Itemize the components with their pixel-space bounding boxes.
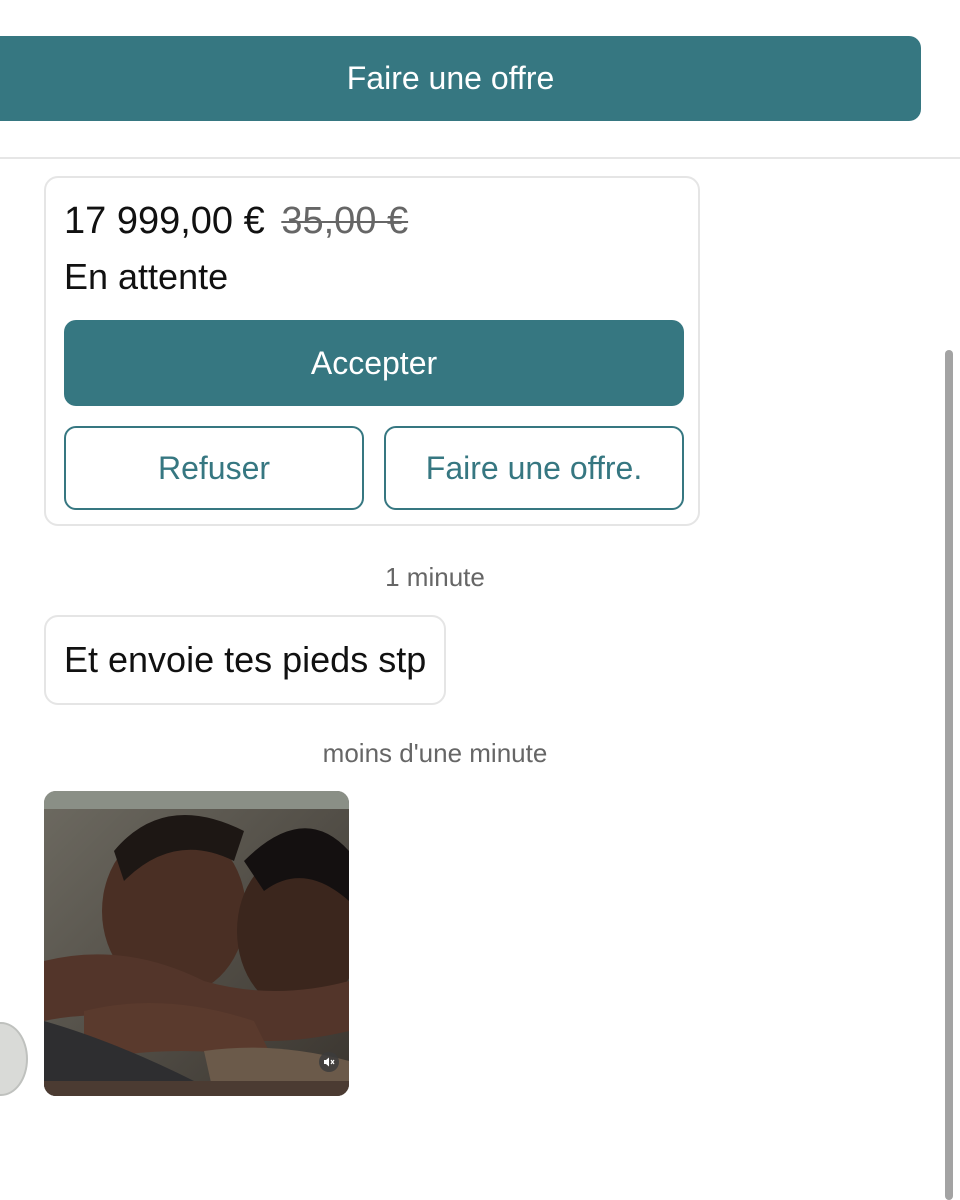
message-timestamp: moins d'une minute (322, 738, 548, 768)
offer-card: 17 999,00 € 35,00 € En attente Accepter … (44, 176, 700, 526)
offer-price-line: 17 999,00 € 35,00 € (64, 200, 408, 243)
message-text: Et envoie tes pieds stp (64, 639, 427, 680)
sound-off-icon[interactable] (319, 1052, 339, 1072)
message-bubble: Et envoie tes pieds stp (44, 615, 447, 705)
message-timestamp: 1 minute (385, 562, 485, 592)
header-divider (0, 157, 960, 159)
photo-attachment[interactable] (44, 791, 349, 1096)
refuse-button[interactable]: Refuser (64, 426, 364, 510)
scrollbar[interactable] (945, 350, 953, 1200)
offer-status: En attente (64, 256, 229, 297)
counter-offer-button[interactable]: Faire une offre. (384, 426, 684, 510)
accept-button[interactable]: Accepter (64, 320, 684, 406)
avatar (0, 1022, 28, 1096)
offer-price: 17 999,00 € (64, 200, 265, 242)
make-offer-button[interactable]: Faire une offre (0, 36, 921, 121)
original-price: 35,00 € (281, 200, 409, 242)
